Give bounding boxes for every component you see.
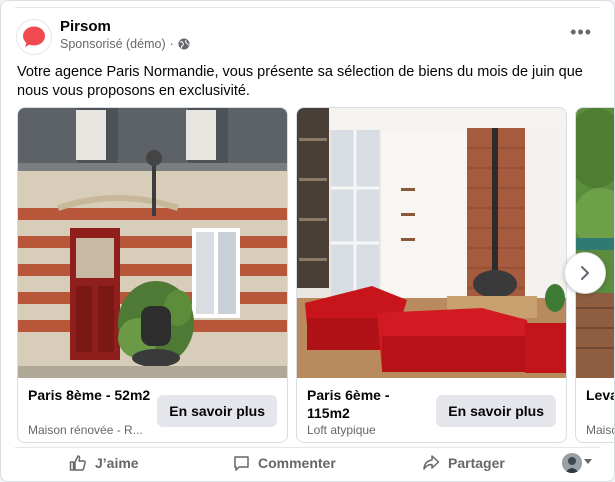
- speech-bubble-logo-icon: [23, 26, 45, 47]
- garden-terrace-photo[interactable]: [576, 108, 614, 378]
- chevron-down-icon[interactable]: [584, 459, 592, 464]
- comment-button[interactable]: Commenter: [233, 449, 336, 477]
- listing-subtitle: Loft atypique: [307, 423, 376, 437]
- more-options-icon[interactable]: •••: [570, 23, 592, 41]
- carousel-item[interactable]: Paris 6ème - 115m2 Loft atypique En savo…: [296, 107, 567, 443]
- carousel-item-info: Paris 8ème - 52m2 Maison rénovée - R... …: [18, 378, 287, 442]
- comment-label: Commenter: [258, 455, 336, 471]
- sponsored-label[interactable]: Sponsorisé (démo): [60, 37, 166, 51]
- share-label: Partager: [448, 455, 505, 471]
- thumbs-up-icon: [69, 455, 86, 471]
- learn-more-button[interactable]: En savoir plus: [157, 395, 277, 427]
- carousel-item-info: Paris 6ème - 115m2 Loft atypique En savo…: [297, 378, 566, 442]
- listing-title[interactable]: Paris 6ème - 115m2: [307, 386, 432, 422]
- top-divider: [15, 7, 600, 8]
- chevron-right-icon: [581, 266, 589, 280]
- listing-subtitle: Maiso: [586, 423, 615, 437]
- globe-icon[interactable]: [178, 38, 190, 50]
- meta-separator: ·: [169, 37, 174, 51]
- carousel-item-info: Leva Maiso: [576, 378, 615, 442]
- share-button[interactable]: Partager: [422, 449, 505, 477]
- share-icon: [423, 455, 440, 470]
- post-text: Votre agence Paris Normandie, vous prése…: [17, 64, 583, 99]
- listing-title[interactable]: Leva: [586, 386, 614, 404]
- carousel-item[interactable]: Paris 8ème - 52m2 Maison rénovée - R... …: [17, 107, 288, 443]
- page-avatar[interactable]: [16, 19, 52, 55]
- sponsored-post-card: Pirsom Sponsorisé (démo) · ••• Votre age…: [0, 0, 615, 482]
- learn-more-button[interactable]: En savoir plus: [436, 395, 556, 427]
- actions-divider: [15, 447, 600, 448]
- post-actions-bar: J’aime Commenter Partager: [1, 449, 614, 479]
- react-as-avatar[interactable]: [562, 453, 582, 473]
- like-button[interactable]: J’aime: [69, 449, 139, 477]
- listing-title[interactable]: Paris 8ème - 52m2: [28, 386, 153, 404]
- listing-subtitle: Maison rénovée - R...: [28, 423, 143, 437]
- comment-icon: [234, 455, 249, 471]
- like-label: J’aime: [95, 455, 139, 471]
- post-meta: Sponsorisé (démo) ·: [60, 37, 190, 51]
- carousel-next-button[interactable]: [564, 252, 606, 294]
- carousel: Paris 8ème - 52m2 Maison rénovée - R... …: [17, 107, 615, 443]
- townhouse-facade-photo[interactable]: [18, 108, 287, 378]
- loft-living-room-photo[interactable]: [297, 108, 566, 378]
- page-name[interactable]: Pirsom: [60, 18, 111, 35]
